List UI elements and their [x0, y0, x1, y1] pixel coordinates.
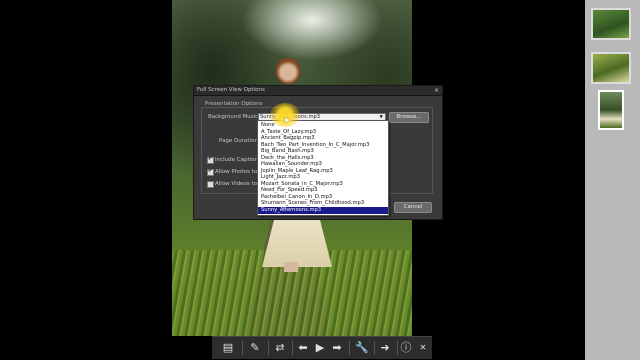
dropdown-option-selected[interactable]: Sunny_Afternoons.mp3: [258, 207, 388, 214]
allow-photos-label: Allow Photos to R: [215, 169, 263, 175]
filmstrip-thumb-1[interactable]: [591, 8, 631, 40]
toolbar-divider: [374, 341, 375, 355]
allow-photos-checkbox[interactable]: [207, 168, 214, 176]
play-icon[interactable]: ▶: [312, 340, 328, 356]
cancel-button-label: Cancel: [403, 204, 423, 210]
toolbar-divider: [292, 341, 293, 355]
shuffle-icon[interactable]: ⇄: [272, 340, 288, 356]
dialog-close-button[interactable]: ×: [434, 86, 439, 95]
browse-button-label: Browse...: [396, 114, 422, 120]
slideshow-toolbar: ▤ ✎ ⇄ ⬅ ▶ ➡ 🔧 ➜ ⓘ ✕: [212, 336, 432, 359]
filmstrip-panel: [585, 0, 640, 360]
filmstrip-icon[interactable]: ▤: [220, 340, 236, 356]
include-captions-checkbox[interactable]: [207, 156, 214, 164]
forward-icon[interactable]: ➜: [377, 340, 393, 356]
toolbar-divider: [268, 341, 269, 355]
dropdown-option[interactable]: Shumann_Scenes_From_Childhood.mp3: [258, 200, 388, 207]
cancel-button[interactable]: Cancel: [394, 202, 432, 213]
photo-subject-head: [276, 58, 300, 84]
close-icon[interactable]: ✕: [415, 340, 431, 356]
edit-icon[interactable]: ✎: [247, 340, 263, 356]
filmstrip-thumb-2[interactable]: [591, 52, 631, 84]
include-captions-label: Include Captions: [215, 157, 261, 163]
background-music-dropdown-list: None A_Taste_Of_Lazy.mp3 Ancient_Bagpip.…: [257, 120, 389, 216]
browse-button[interactable]: Browse...: [389, 112, 429, 123]
info-icon[interactable]: ⓘ: [398, 340, 414, 356]
toolbar-divider: [242, 341, 243, 355]
next-icon[interactable]: ➡: [329, 340, 345, 356]
page-duration-label: Page Duration:: [219, 138, 260, 144]
dialog-title: Full Screen View Options: [197, 87, 265, 93]
settings-icon[interactable]: 🔧: [354, 340, 370, 356]
toolbar-divider: [349, 341, 350, 355]
background-music-label: Background Music:: [208, 114, 261, 120]
previous-icon[interactable]: ⬅: [295, 340, 311, 356]
filmstrip-thumb-3[interactable]: [598, 90, 624, 130]
photo-subject-legs: [284, 262, 298, 272]
mouse-cursor-icon: ➤: [283, 116, 291, 126]
dialog-titlebar: Full Screen View Options ×: [194, 86, 442, 96]
allow-videos-checkbox[interactable]: [207, 181, 214, 188]
